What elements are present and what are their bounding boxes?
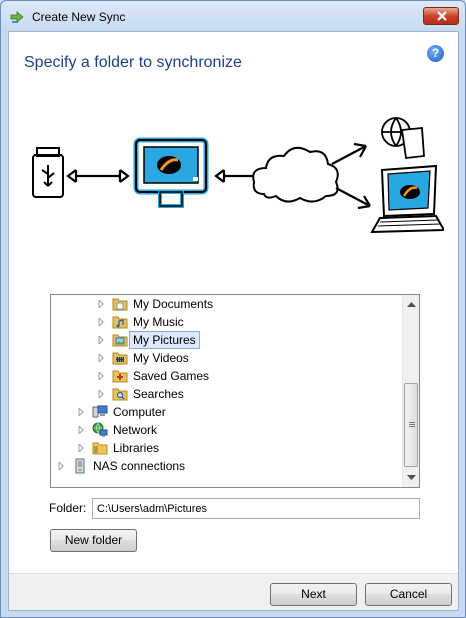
expand-arrow-icon[interactable] [77, 426, 85, 434]
close-icon [437, 11, 447, 21]
tree-item-my-videos[interactable]: My Videos [51, 349, 401, 367]
music-folder-icon [112, 316, 128, 329]
cloud-icon [252, 146, 339, 203]
computer-monitor-icon [133, 137, 209, 208]
usb-drive-icon [32, 147, 64, 198]
tree-scrollbar[interactable] [402, 295, 419, 487]
nas-icon [75, 458, 85, 474]
scroll-up-icon[interactable] [407, 301, 416, 307]
window-title: Create New Sync [32, 10, 126, 24]
scroll-thumb[interactable] [404, 383, 418, 467]
expand-arrow-icon[interactable] [97, 354, 105, 362]
new-folder-button[interactable]: New folder [50, 529, 137, 552]
help-icon[interactable]: ? [427, 45, 444, 62]
scroll-down-icon[interactable] [407, 475, 416, 481]
laptop-icon [370, 164, 444, 234]
dialog-client-area: ? Specify a folder to synchronize My Doc… [8, 31, 459, 611]
expand-arrow-icon[interactable] [97, 336, 105, 344]
tree-item-my-pictures[interactable]: My Pictures [51, 331, 401, 349]
cancel-button[interactable]: Cancel [365, 583, 452, 606]
expand-arrow-icon[interactable] [97, 372, 105, 380]
pictures-folder-icon [112, 334, 128, 347]
tree-item-my-documents[interactable]: My Documents [51, 295, 401, 313]
expand-arrow-icon[interactable] [97, 300, 105, 308]
page-heading: Specify a folder to synchronize [24, 54, 242, 71]
expand-arrow-icon[interactable] [97, 318, 105, 326]
folder-path-field[interactable] [92, 498, 420, 519]
network-icon [92, 422, 108, 437]
libraries-folder-icon [92, 442, 108, 455]
tree-item-my-music[interactable]: My Music [51, 313, 401, 331]
sync-app-icon [10, 11, 24, 23]
searches-folder-icon [112, 388, 128, 401]
expand-arrow-icon[interactable] [57, 462, 65, 470]
folder-label: Folder: [49, 501, 87, 515]
tree-item-network[interactable]: Network [51, 421, 401, 439]
expand-arrow-icon[interactable] [77, 444, 85, 452]
expand-arrow-icon[interactable] [77, 408, 85, 416]
expand-arrow-icon[interactable] [97, 390, 105, 398]
document-icon [400, 127, 425, 159]
computer-icon [92, 405, 108, 418]
sync-illustration [32, 117, 444, 234]
folder-tree[interactable]: My Documents My Music My Pictures My Vid… [50, 294, 420, 488]
documents-folder-icon [112, 298, 128, 311]
title-bar[interactable]: Create New Sync [1, 1, 465, 31]
tree-item-saved-games[interactable]: Saved Games [51, 367, 401, 385]
dialog-footer: Next Cancel [9, 573, 458, 610]
tree-item-searches[interactable]: Searches [51, 385, 401, 403]
videos-folder-icon [112, 352, 128, 365]
games-folder-icon [112, 370, 128, 383]
double-arrow-icon [66, 169, 130, 183]
tree-item-libraries[interactable]: Libraries [51, 439, 401, 457]
next-button[interactable]: Next [270, 583, 357, 606]
tree-item-computer[interactable]: Computer [51, 403, 401, 421]
dialog-window: Create New Sync ? Specify a folder to sy… [0, 0, 466, 618]
close-button[interactable] [423, 7, 459, 25]
tree-item-nas-connections[interactable]: NAS connections [51, 457, 401, 475]
